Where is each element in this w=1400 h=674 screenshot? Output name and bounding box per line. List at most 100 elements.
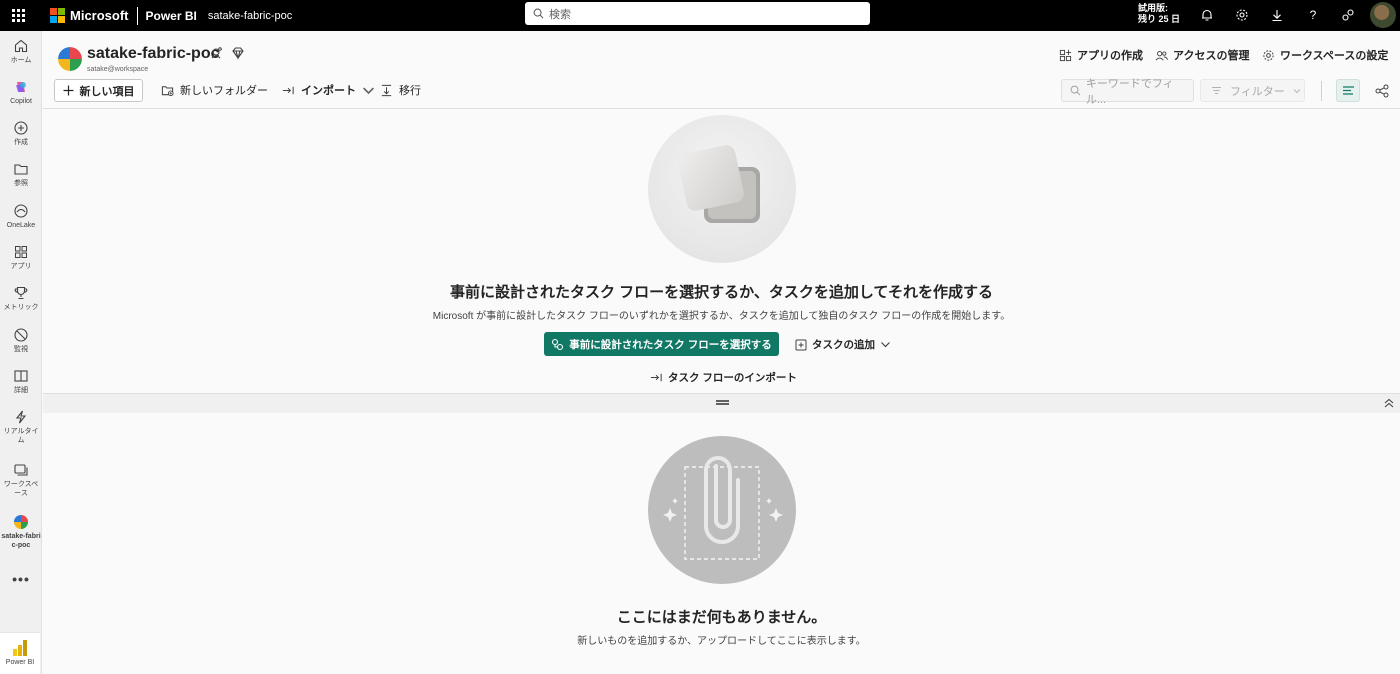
migrate-icon [381, 84, 392, 96]
workspace-logo-icon [58, 47, 82, 71]
new-folder-button[interactable]: 新しいフォルダー [161, 82, 268, 98]
nav-label: Copilot [10, 98, 32, 105]
trial-badge[interactable]: 試用版: 残り 25 日 [1138, 3, 1180, 25]
import-task-flow-button[interactable]: タスク フローのインポート [650, 370, 797, 385]
apps-icon [15, 246, 27, 258]
collapse-chevron-up-icon[interactable] [1382, 396, 1396, 410]
migrate-label: 移行 [399, 85, 421, 97]
help-icon[interactable]: ? [1304, 6, 1322, 24]
premium-diamond-icon[interactable] [231, 46, 245, 60]
nav-label: 監視 [14, 346, 28, 353]
chevron-down-icon [363, 86, 374, 94]
workspace-settings-label: ワークスペースの設定 [1280, 50, 1389, 62]
task-flow-pane: 事前に設計されたタスク フローを選択するか、タスクを追加してそれを作成する Mi… [43, 109, 1400, 393]
workspace-logo-icon [14, 515, 28, 529]
user-avatar[interactable] [1370, 2, 1396, 28]
topbar-workspace-name[interactable]: satake-fabric-poc [208, 10, 292, 22]
powerbi-experience-switcher[interactable]: Power BI [0, 632, 40, 674]
learn-book-icon [14, 370, 28, 382]
list-view-button[interactable] [1336, 79, 1360, 102]
chevron-down-icon [1293, 88, 1301, 93]
nav-item-metrics[interactable]: メトリック [0, 285, 42, 312]
pane-splitter[interactable] [43, 393, 1400, 413]
global-search-input[interactable]: 検索 [525, 2, 870, 25]
add-task-dropdown[interactable]: タスクの追加 [795, 337, 891, 352]
add-task-label: タスクの追加 [812, 339, 875, 351]
nav-item-monitor[interactable]: 監視 [0, 327, 42, 354]
search-icon [1070, 85, 1081, 96]
new-folder-icon [161, 85, 174, 96]
nav-item-current-workspace[interactable]: satake-fabric-poc [0, 514, 42, 550]
import-dropdown[interactable]: インポート [282, 82, 375, 98]
nav-item-learn[interactable]: 詳細 [0, 368, 42, 395]
nav-item-browse[interactable]: 参照 [0, 161, 42, 188]
keyword-filter-placeholder: キーワードでフィル... [1085, 77, 1174, 106]
new-item-button[interactable]: 新しい項目 [54, 79, 143, 102]
stacked-cards-icon [678, 145, 760, 223]
filter-dropdown[interactable]: フィルター [1200, 79, 1305, 102]
search-placeholder: 検索 [549, 8, 571, 21]
keyword-filter-input[interactable]: キーワードでフィル... [1061, 78, 1194, 106]
powerbi-logo-icon [13, 640, 27, 656]
task-flow-icon [552, 338, 564, 350]
share-feedback-icon[interactable] [1339, 6, 1357, 24]
import-task-flow-label: タスク フローのインポート [668, 372, 797, 384]
paperclip-icon [663, 456, 783, 560]
filter-label: フィルター [1230, 85, 1285, 98]
nav-item-realtime[interactable]: リアルタイム [0, 409, 42, 445]
notification-bell-icon[interactable] [1198, 6, 1216, 24]
empty-state-description: 新しいものを追加するか、アップロードしてここに表示します。 [577, 636, 866, 647]
create-app-button[interactable]: アプリの作成 [1059, 47, 1143, 63]
nav-label: リアルタイム [3, 428, 39, 444]
workspaces-icon [14, 464, 28, 476]
microsoft-brand-text: Microsoft [70, 8, 129, 23]
nav-item-workspaces[interactable]: ワークスペース [0, 462, 42, 498]
workspace-subtitle: satake@workspace [87, 66, 149, 73]
metrics-trophy-icon [14, 286, 28, 300]
workspace-header: satake-fabric-poc satake@workspace アプリの作… [43, 31, 1400, 109]
trial-days-remaining: 残り 25 日 [1138, 14, 1181, 24]
task-flow-title: 事前に設計されたタスク フローを選択するか、タスクを追加してそれを作成する [450, 284, 993, 301]
manage-access-button[interactable]: アクセスの管理 [1155, 47, 1249, 63]
nav-item-onelake[interactable]: OneLake [0, 203, 42, 230]
browse-folder-icon [14, 164, 28, 175]
select-predesigned-task-flow-label: 事前に設計されたタスク フローを選択する [569, 338, 772, 351]
nav-item-home[interactable]: ホーム [0, 38, 42, 65]
nav-label: メトリック [3, 304, 39, 311]
create-plus-icon [14, 121, 28, 135]
copilot-icon [16, 82, 26, 92]
task-flow-illustration [648, 115, 796, 263]
monitor-icon [14, 328, 28, 342]
app-launcher-icon[interactable] [0, 0, 36, 31]
migrate-button[interactable]: 移行 [380, 82, 421, 98]
import-label: インポート [301, 85, 356, 97]
task-flow-description: Microsoft が事前に設計したタスク フローのいずれかを選択するか、タスク… [432, 311, 1011, 322]
download-icon[interactable] [1268, 6, 1286, 24]
nav-label: アプリ [10, 263, 32, 270]
nav-item-apps[interactable]: アプリ [0, 244, 42, 271]
trial-label: 試用版: [1138, 3, 1168, 13]
new-folder-label: 新しいフォルダー [180, 85, 268, 97]
product-name[interactable]: Power BI [146, 9, 197, 23]
nav-item-copilot[interactable]: Copilot [0, 79, 42, 106]
chevron-down-icon [881, 342, 890, 348]
nav-item-create[interactable]: 作成 [0, 120, 42, 147]
people-icon [1155, 50, 1168, 60]
nav-label: 作成 [14, 139, 28, 146]
lineage-view-button[interactable] [1370, 79, 1394, 102]
lineage-view-icon [1375, 84, 1389, 97]
list-view-icon [1342, 86, 1354, 95]
realtime-bolt-icon [15, 410, 27, 424]
nav-label: 詳細 [14, 387, 28, 394]
drag-handle-icon[interactable] [716, 400, 729, 405]
page-title: satake-fabric-poc [87, 45, 220, 62]
workspace-identity-icon[interactable] [209, 46, 223, 60]
select-predesigned-task-flow-button[interactable]: 事前に設計されたタスク フローを選択する [544, 332, 779, 356]
filter-icon [1212, 86, 1221, 95]
workspace-settings-button[interactable]: ワークスペースの設定 [1262, 47, 1388, 63]
nav-more-icon[interactable]: ••• [0, 571, 42, 587]
empty-state-title: ここにはまだ何もありません。 [616, 609, 827, 626]
create-app-icon [1059, 49, 1072, 61]
settings-gear-icon[interactable] [1233, 6, 1251, 24]
create-app-label: アプリの作成 [1077, 50, 1143, 62]
